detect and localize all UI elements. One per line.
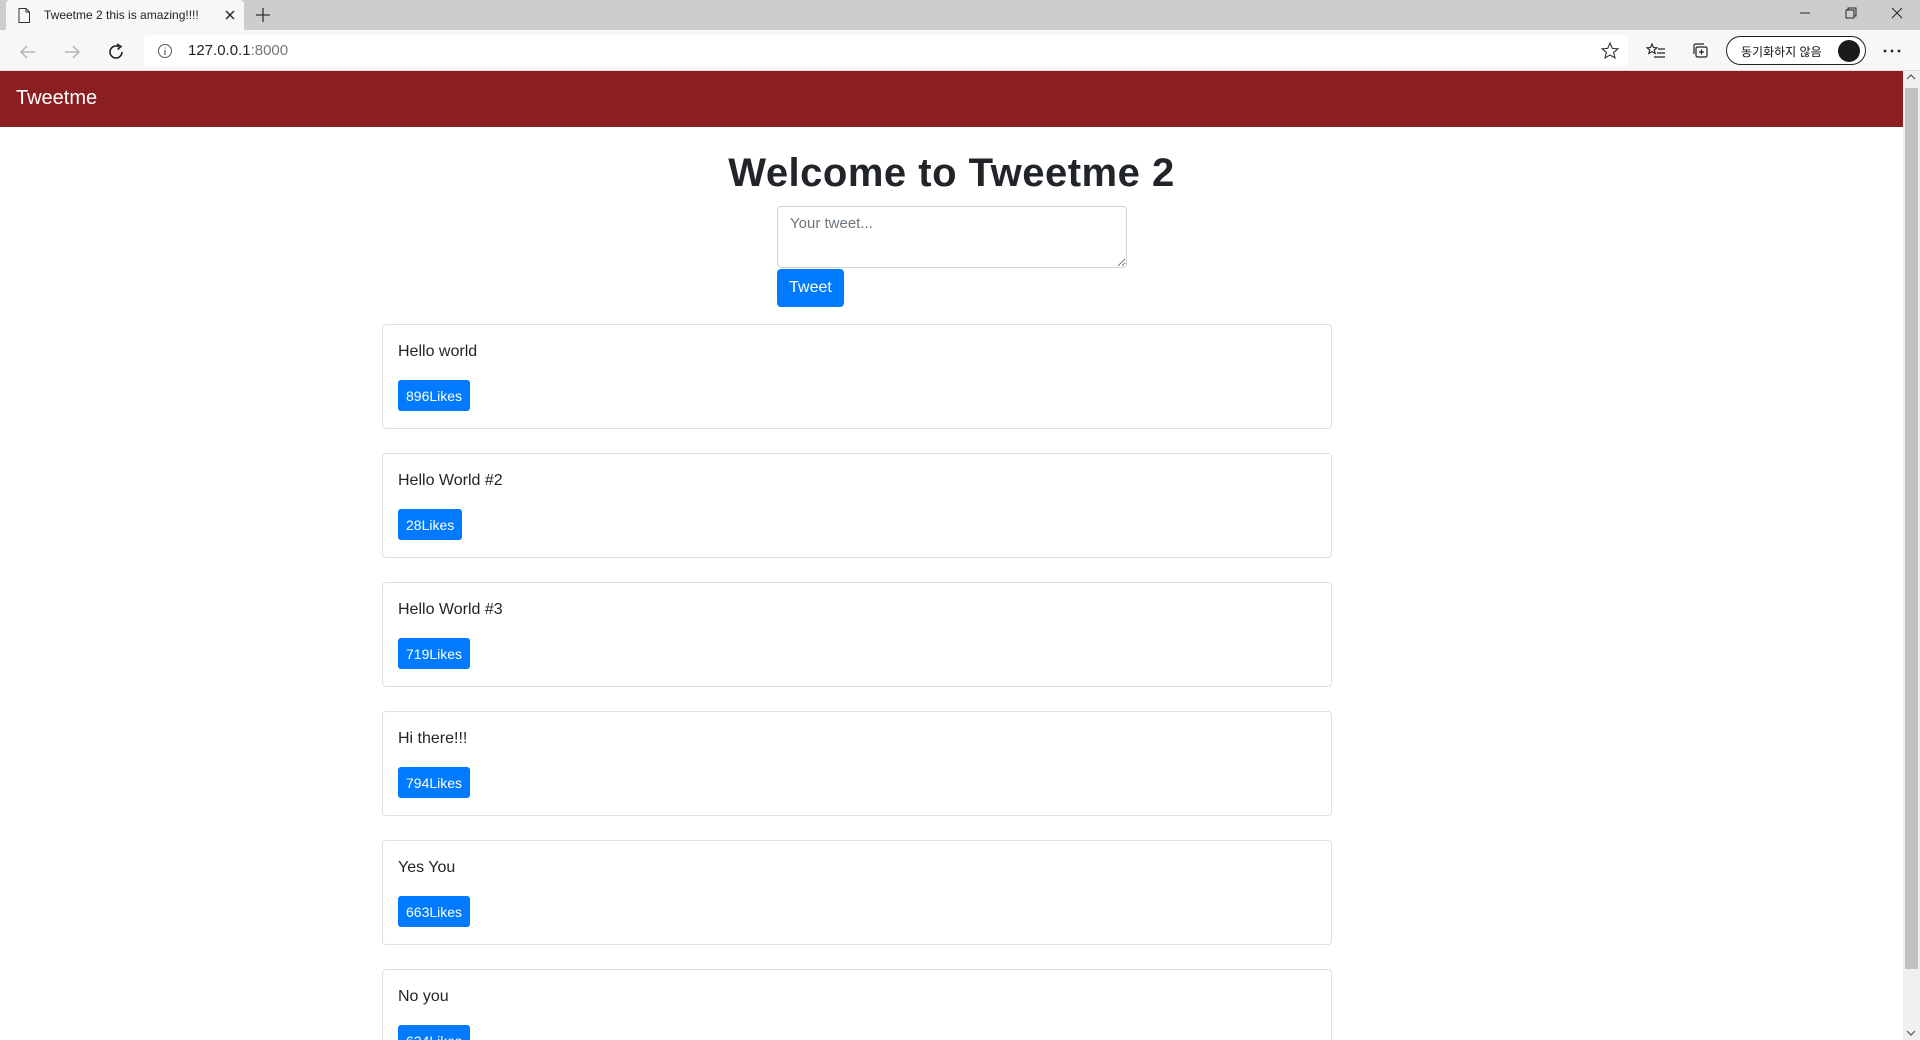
- tweet-card: Hello World #3 719Likes: [382, 582, 1332, 687]
- site-info-icon[interactable]: [157, 43, 173, 59]
- favorite-star-icon[interactable]: [1600, 41, 1620, 61]
- tweet-content: No you: [398, 988, 449, 1005]
- tweet-content: Yes You: [398, 859, 456, 876]
- tab-title: Tweetme 2 this is amazing!!!!: [44, 8, 199, 22]
- profile-sync-button[interactable]: 동기화하지 않음: [1726, 36, 1866, 65]
- scroll-up-arrow-icon[interactable]: [1906, 73, 1916, 81]
- like-button[interactable]: 896Likes: [398, 380, 471, 411]
- new-tab-icon[interactable]: [254, 6, 272, 24]
- tweet-content: Hi there!!!: [398, 730, 468, 747]
- like-button[interactable]: 663Likes: [398, 896, 471, 927]
- close-tab-icon[interactable]: [222, 7, 238, 23]
- tweet-submit-button[interactable]: Tweet: [777, 269, 844, 307]
- close-window-icon[interactable]: [1883, 2, 1911, 24]
- like-button[interactable]: 28Likes: [398, 509, 463, 540]
- avatar: [1838, 40, 1860, 62]
- address-bar[interactable]: [144, 35, 1628, 66]
- refresh-icon[interactable]: [104, 40, 128, 64]
- like-button[interactable]: 794Likes: [398, 767, 471, 798]
- url-port: :8000: [250, 42, 289, 59]
- tweet-content: Hello World #2: [398, 472, 503, 489]
- restore-icon[interactable]: [1837, 2, 1865, 24]
- forward-arrow-icon[interactable]: [60, 40, 84, 64]
- tweet-card: Hi there!!! 794Likes: [382, 711, 1332, 816]
- page-viewport: Tweetme Welcome to Tweetme 2 Tweet Hello…: [0, 71, 1903, 1040]
- tweet-content: Hello World #3: [398, 601, 503, 618]
- scrollbar-thumb[interactable]: [1905, 88, 1918, 969]
- tweet-card: Hello world 896Likes: [382, 324, 1332, 429]
- tweet-input[interactable]: [777, 206, 1127, 268]
- browser-tab[interactable]: Tweetme 2 this is amazing!!!!: [6, 0, 244, 32]
- tweet-card: Yes You 663Likes: [382, 840, 1332, 945]
- top-navbar: Tweetme: [0, 71, 1903, 127]
- like-button[interactable]: 719Likes: [398, 638, 471, 669]
- tweet-card: No you 624Likes: [382, 969, 1332, 1040]
- favorites-list-icon[interactable]: [1646, 41, 1666, 61]
- like-button[interactable]: 624Likes: [398, 1025, 471, 1040]
- browser-tab-strip: Tweetme 2 this is amazing!!!!: [0, 0, 1920, 32]
- page-icon: [18, 8, 30, 23]
- tweet-content: Hello world: [398, 343, 478, 360]
- scroll-down-arrow-icon[interactable]: [1906, 1029, 1916, 1037]
- url-host: 127.0.0.1: [188, 42, 251, 59]
- back-arrow-icon[interactable]: [16, 40, 40, 64]
- page-title: Welcome to Tweetme 2: [728, 151, 1175, 195]
- profile-sync-label: 동기화하지 않음: [1741, 45, 1822, 59]
- more-options-icon[interactable]: [1880, 41, 1904, 61]
- tweet-card: Hello World #2 28Likes: [382, 453, 1332, 558]
- url-text[interactable]: 127.0.0.1:8000: [188, 42, 288, 59]
- collections-icon[interactable]: [1691, 41, 1711, 61]
- brand-link[interactable]: Tweetme: [16, 87, 97, 110]
- minimize-icon[interactable]: [1791, 2, 1819, 24]
